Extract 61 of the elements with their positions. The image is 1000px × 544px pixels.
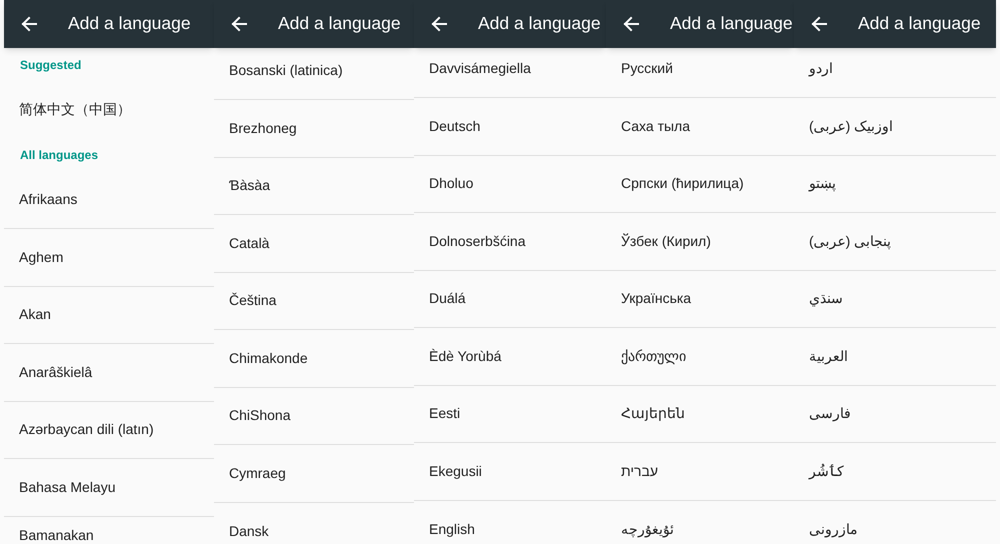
language-item[interactable]: Bamanakan — [4, 516, 214, 544]
back-button[interactable] — [811, 16, 827, 32]
language-item[interactable]: Anarâškielâ — [4, 344, 214, 402]
language-item[interactable]: Čeština — [214, 272, 414, 330]
language-item[interactable]: فارسی — [794, 386, 996, 443]
language-item[interactable]: 简体中文（中国） — [4, 81, 214, 138]
language-item[interactable]: اردو — [794, 48, 996, 98]
language-item[interactable]: ئۇيغۇرچە — [606, 500, 794, 544]
back-arrow-icon — [231, 16, 247, 32]
language-item[interactable]: Bosanski (latinica) — [214, 48, 414, 100]
language-item[interactable]: ChiShona — [214, 388, 414, 445]
language-item[interactable]: Duálá — [414, 270, 606, 328]
language-item[interactable]: Aghem — [4, 229, 214, 286]
language-item[interactable]: Català — [214, 215, 414, 272]
language-item[interactable]: Српски (ћирилица) — [606, 156, 794, 213]
app-bar-title: Add a language — [68, 15, 191, 33]
section-header: All languages — [20, 147, 98, 164]
language-item[interactable]: Afrikaans — [4, 172, 214, 229]
language-item[interactable]: کٲشُر — [794, 443, 996, 500]
back-arrow-icon — [431, 16, 447, 32]
language-item[interactable]: پښتو — [794, 156, 996, 213]
language-item[interactable]: پنجابی (عربی) — [794, 213, 996, 270]
language-item[interactable]: Հայերեն — [606, 386, 794, 443]
language-item[interactable]: Eesti — [414, 386, 606, 443]
language-item[interactable]: עברית — [606, 443, 794, 500]
app-bar-title: Add a language — [478, 15, 601, 33]
language-item[interactable]: Azərbaycan dili (latın) — [4, 402, 214, 459]
language-item[interactable]: Dholuo — [414, 156, 606, 213]
language-item[interactable]: سنڌي — [794, 270, 996, 328]
language-item[interactable]: Bahasa Melayu — [4, 459, 214, 516]
language-item[interactable]: Dolnoserbšćina — [414, 213, 606, 270]
language-item[interactable]: Русский — [606, 48, 794, 98]
language-item[interactable]: Cymraeg — [214, 445, 414, 502]
back-button[interactable] — [231, 16, 247, 32]
language-item[interactable]: Brezhoneg — [214, 100, 414, 158]
language-item[interactable]: Ɓàsàa — [214, 158, 414, 215]
back-arrow-icon — [21, 16, 37, 32]
language-item[interactable]: Chimakonde — [214, 330, 414, 388]
language-item[interactable]: Èdè Yorùbá — [414, 328, 606, 386]
language-item[interactable]: Akan — [4, 286, 214, 344]
language-item[interactable]: اوزبیک (عربی) — [794, 98, 996, 156]
language-item[interactable]: Ekegusii — [414, 443, 606, 500]
language-item[interactable]: Davvisámegiella — [414, 48, 606, 98]
language-item[interactable]: العربية — [794, 328, 996, 386]
language-item[interactable]: مازرونی — [794, 500, 996, 544]
language-item[interactable]: English — [414, 500, 606, 544]
back-arrow-icon — [811, 16, 827, 32]
language-item[interactable]: Ўзбек (Кирил) — [606, 213, 794, 270]
section-header: Suggested — [20, 56, 82, 74]
app-bar-title: Add a language — [858, 15, 981, 33]
back-button[interactable] — [431, 16, 447, 32]
back-button[interactable] — [21, 16, 37, 32]
language-item[interactable]: Deutsch — [414, 98, 606, 156]
app-bar-title: Add a language — [278, 15, 401, 33]
language-item[interactable]: ქართული — [606, 328, 794, 386]
language-item[interactable]: Саха тыла — [606, 98, 794, 156]
language-item[interactable]: Українська — [606, 270, 794, 328]
back-arrow-icon — [623, 16, 639, 32]
app-bar-title: Add a language — [670, 15, 793, 33]
back-button[interactable] — [623, 16, 639, 32]
language-item[interactable]: Dansk — [214, 502, 414, 544]
